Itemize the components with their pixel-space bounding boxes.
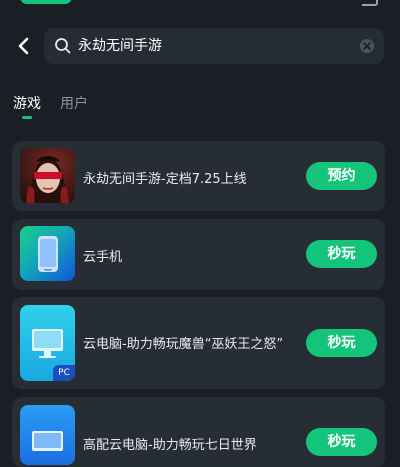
result-title: 永劫无间手游-定档7.25上线 bbox=[83, 172, 247, 187]
game-warrior-icon bbox=[20, 148, 75, 203]
cloud-pc-icon: PC bbox=[20, 305, 75, 381]
tab-users[interactable]: 用户 bbox=[60, 94, 88, 114]
search-bar: 永劫无间手游 bbox=[0, 28, 400, 64]
result-card[interactable]: 高配云电脑-助力畅玩七日世界 秒玩 bbox=[12, 397, 385, 467]
corner-icon bbox=[362, 0, 378, 6]
top-tab-peek bbox=[20, 0, 72, 4]
search-query[interactable]: 永劫无间手游 bbox=[78, 28, 162, 64]
result-title: 云手机 bbox=[83, 250, 123, 265]
search-icon bbox=[55, 38, 71, 54]
result-title: 云电脑-助力畅玩魔兽“巫妖王之怒” bbox=[83, 337, 284, 352]
tab-bar: 游戏 用户 bbox=[0, 94, 400, 122]
back-arrow-icon[interactable] bbox=[12, 34, 36, 58]
clear-icon[interactable] bbox=[360, 39, 374, 53]
play-now-button[interactable]: 秒玩 bbox=[306, 428, 377, 456]
reserve-button[interactable]: 预约 bbox=[306, 162, 377, 190]
cloud-pc-icon bbox=[20, 405, 75, 465]
play-now-button[interactable]: 秒玩 bbox=[306, 329, 377, 357]
result-title: 高配云电脑-助力畅玩七日世界 bbox=[83, 438, 257, 453]
tab-games[interactable]: 游戏 bbox=[13, 94, 41, 114]
result-card[interactable]: PC 云电脑-助力畅玩魔兽“巫妖王之怒” 秒玩 bbox=[12, 297, 385, 389]
play-now-button[interactable]: 秒玩 bbox=[306, 240, 377, 268]
cloud-phone-icon bbox=[20, 226, 75, 281]
result-card[interactable]: 云手机 秒玩 bbox=[12, 219, 385, 290]
active-tab-indicator bbox=[22, 116, 32, 119]
search-input[interactable]: 永劫无间手游 bbox=[44, 28, 384, 64]
pc-badge: PC bbox=[53, 365, 75, 381]
result-card[interactable]: 永劫无间手游-定档7.25上线 预约 bbox=[12, 141, 385, 211]
